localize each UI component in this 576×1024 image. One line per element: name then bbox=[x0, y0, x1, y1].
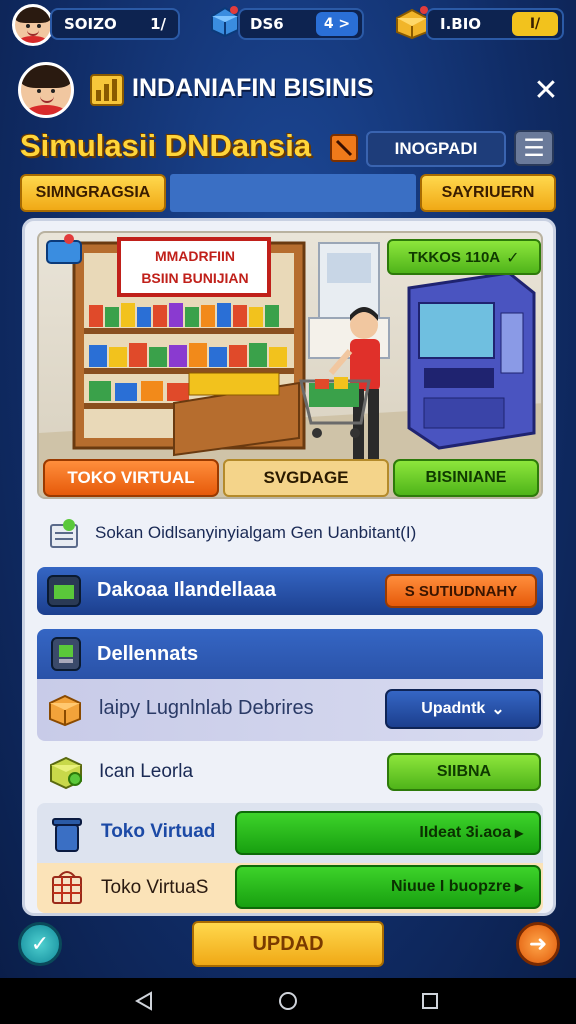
header-bar: INDANIAFIN BISINIS ✕ bbox=[0, 58, 576, 122]
recents-icon[interactable] bbox=[410, 984, 450, 1018]
menu-icon[interactable]: ☰ bbox=[514, 130, 554, 166]
top-resource-bar: SOIZO 1/ DS6 4 > I.BIO I/ bbox=[0, 0, 576, 50]
toko-virtual-button[interactable]: TOKO VIRTUAL bbox=[43, 459, 219, 497]
list-row-2: Dellennats bbox=[37, 629, 543, 679]
gold-value: I.BIO bbox=[440, 15, 482, 33]
back-icon[interactable] bbox=[124, 984, 164, 1018]
gold-add-button[interactable]: I/ bbox=[512, 12, 558, 36]
store-sign-text: MMADRFIIN BSIIN BUNIJIAN bbox=[141, 248, 249, 286]
notes-icon bbox=[47, 517, 83, 551]
list-row-6: Toko VirtuaS Niuue I buopzre ▸ bbox=[37, 863, 543, 913]
list-row-6-button-label: Niuue I buopzre bbox=[390, 878, 511, 895]
player-stat-value: SOIZO bbox=[64, 15, 117, 33]
store-scene: MMADRFIIN BSIIN BUNIJIAN TKKOS 110A ✓ TO… bbox=[37, 231, 543, 499]
status-badge-label: TKKOS 110A bbox=[408, 248, 501, 266]
next-round-button[interactable]: ➜ bbox=[516, 922, 560, 966]
player-stat-pill: SOIZO 1/ bbox=[50, 8, 180, 40]
page-title: Simulasii DNDansia bbox=[20, 128, 312, 163]
terminal-icon bbox=[51, 637, 81, 671]
main-panel: MMADRFIIN BSIIN BUNIJIAN TKKOS 110A ✓ TO… bbox=[22, 218, 556, 916]
check-icon: ✓ bbox=[30, 931, 50, 957]
basket-icon bbox=[49, 867, 85, 907]
list-row-5-label: Toko Virtuad bbox=[101, 821, 216, 842]
list-row-3-label: laipy Lugnlnlab Debrires bbox=[99, 697, 314, 719]
storage-button[interactable]: SVGDAGE bbox=[223, 459, 389, 497]
gems-add-button[interactable]: 4 > bbox=[316, 12, 358, 36]
title-field-value: INOGPADI bbox=[394, 139, 478, 158]
list-row-6-button[interactable]: Niuue I buopzre ▸ bbox=[235, 865, 541, 909]
list-row-4: Ican Leorla SIIBNA bbox=[37, 745, 543, 801]
list-row-5: Toko Virtuad IIdeat 3i.aoa ▸ bbox=[37, 803, 543, 863]
title-field[interactable]: INOGPADI bbox=[366, 131, 506, 167]
list-row-5-button-label: IIdeat 3i.aoa bbox=[419, 824, 511, 841]
edit-icon[interactable] bbox=[330, 134, 358, 162]
list-row-4-label: Ican Leorla bbox=[99, 761, 194, 782]
update-button[interactable]: UPDAD bbox=[192, 921, 384, 967]
list-row-6-label: Toko VirtuaS bbox=[101, 877, 209, 898]
arrow-right-icon: ▸ bbox=[514, 825, 523, 842]
home-icon[interactable] bbox=[268, 984, 308, 1018]
bisiniane-button[interactable]: BISINIANE bbox=[393, 459, 539, 497]
list-row-1-button[interactable]: S SUTIUDNAHY bbox=[385, 574, 537, 608]
list-row-3-button[interactable]: Upadntk ⌄ bbox=[385, 689, 541, 729]
close-icon[interactable]: ✕ bbox=[526, 70, 566, 110]
tab-simulasi[interactable]: SIMNGRAGSIA bbox=[20, 174, 166, 212]
list-row-2-label: Dellennats bbox=[97, 643, 199, 665]
list-row-1: Dakoaa Ilandellaaa S SUTIUDNAHY bbox=[37, 567, 543, 615]
folder-icon bbox=[47, 575, 81, 607]
arrow-right-icon: ➜ bbox=[528, 931, 548, 957]
cube-icon bbox=[47, 753, 85, 791]
gems-pill: DS6 4 > bbox=[238, 8, 364, 40]
list-row-3: laipy Lugnlnlab Debrires Upadntk ⌄ bbox=[37, 679, 543, 741]
crate-icon bbox=[47, 691, 83, 727]
gold-pill: I.BIO I/ bbox=[426, 8, 564, 40]
status-badge: TKKOS 110A ✓ bbox=[387, 239, 541, 275]
tab-sayriuern[interactable]: SAYRIUERN bbox=[420, 174, 556, 212]
gems-value: DS6 bbox=[250, 15, 284, 33]
list-row-5-button[interactable]: IIdeat 3i.aoa ▸ bbox=[235, 811, 541, 855]
check-icon: ✓ bbox=[506, 247, 520, 267]
system-nav-bar bbox=[0, 978, 576, 1024]
arrow-right-icon: ▸ bbox=[514, 879, 523, 896]
gem-icon bbox=[208, 4, 242, 38]
player-avatar[interactable] bbox=[12, 4, 54, 46]
chevron-down-icon: ⌄ bbox=[491, 701, 505, 718]
tab-center-bar bbox=[170, 174, 416, 212]
list-row-1-label: Dakoaa Ilandellaaa bbox=[97, 579, 276, 601]
confirm-round-button[interactable]: ✓ bbox=[18, 922, 62, 966]
profile-avatar[interactable] bbox=[18, 62, 74, 118]
brand-title: INDANIAFIN BISINIS bbox=[132, 74, 374, 102]
business-chart-icon bbox=[90, 74, 124, 106]
player-stat-button[interactable]: 1/ bbox=[150, 15, 166, 33]
list-row-3-button-label: Upadntk bbox=[421, 700, 486, 717]
list-row-4-button[interactable]: SIIBNA bbox=[387, 753, 541, 791]
gold-box-icon bbox=[394, 4, 430, 40]
panel-subtitle: Sokan Oidlsanyinyialgam Gen Uanbitant(I) bbox=[95, 523, 417, 542]
bin-icon bbox=[49, 813, 85, 853]
